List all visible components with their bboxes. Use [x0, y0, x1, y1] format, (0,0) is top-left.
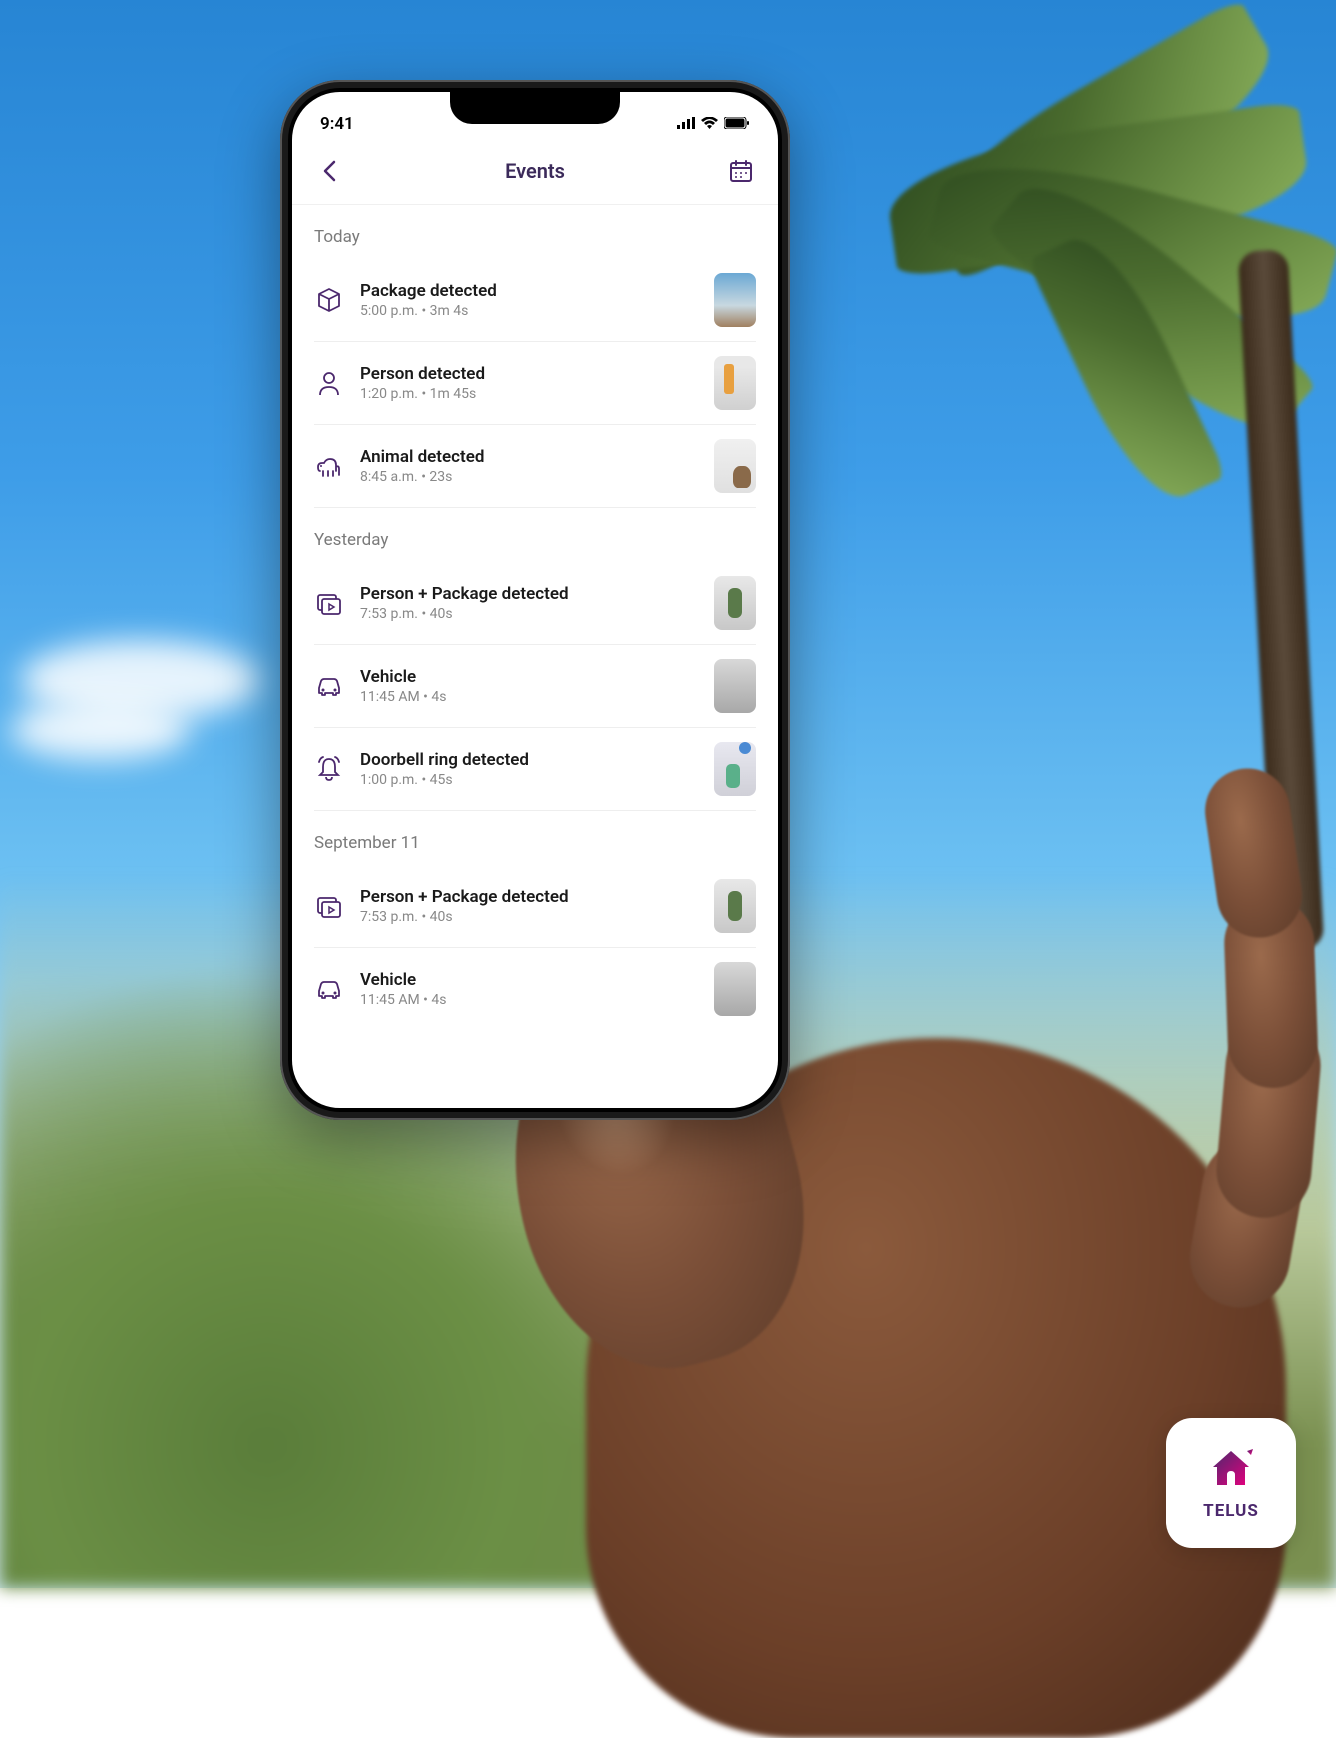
- event-sub: 11:45 AM • 4s: [360, 689, 698, 705]
- animal-icon: [314, 451, 344, 481]
- event-title: Person detected: [360, 364, 698, 384]
- event-row[interactable]: Person + Package detected 7:53 p.m. • 40…: [314, 865, 756, 948]
- event-title: Doorbell ring detected: [360, 750, 698, 770]
- event-sub: 7:53 p.m. • 40s: [360, 909, 698, 925]
- event-thumbnail: [714, 576, 756, 630]
- section-label-yesterday: Yesterday: [314, 508, 756, 562]
- event-row[interactable]: Animal detected 8:45 a.m. • 23s: [314, 425, 756, 508]
- event-row[interactable]: Doorbell ring detected 1:00 p.m. • 45s: [314, 728, 756, 811]
- package-icon: [314, 285, 344, 315]
- telus-home-icon: [1203, 1445, 1259, 1495]
- video-icon: [314, 588, 344, 618]
- event-title: Person + Package detected: [360, 887, 698, 907]
- event-row[interactable]: Person + Package detected 7:53 p.m. • 40…: [314, 562, 756, 645]
- section-label-sept11: September 11: [314, 811, 756, 865]
- battery-icon: [724, 114, 750, 134]
- event-sub: 7:53 p.m. • 40s: [360, 606, 698, 622]
- event-title: Animal detected: [360, 447, 698, 467]
- video-icon: [314, 891, 344, 921]
- event-thumbnail: [714, 439, 756, 493]
- signal-icon: [677, 114, 695, 134]
- person-icon: [314, 368, 344, 398]
- back-button[interactable]: [314, 156, 344, 186]
- event-title: Vehicle: [360, 667, 698, 687]
- event-thumbnail: [714, 659, 756, 713]
- event-sub: 1:20 p.m. • 1m 45s: [360, 386, 698, 402]
- event-thumbnail: [714, 742, 756, 796]
- event-sub: 11:45 AM • 4s: [360, 992, 698, 1008]
- event-title: Vehicle: [360, 970, 698, 990]
- event-sub: 1:00 p.m. • 45s: [360, 772, 698, 788]
- event-thumbnail: [714, 962, 756, 1016]
- events-list[interactable]: Today Package detected 5:00 p.m. • 3m 4s: [292, 205, 778, 1091]
- event-title: Person + Package detected: [360, 584, 698, 604]
- section-label-today: Today: [314, 205, 756, 259]
- event-title: Package detected: [360, 281, 698, 301]
- event-row[interactable]: Vehicle 11:45 AM • 4s: [314, 948, 756, 1030]
- wifi-icon: [701, 114, 718, 134]
- vehicle-icon: [314, 671, 344, 701]
- vehicle-icon: [314, 974, 344, 1004]
- bell-icon: [314, 754, 344, 784]
- phone-notch: [450, 92, 620, 124]
- calendar-button[interactable]: [726, 156, 756, 186]
- event-thumbnail: [714, 879, 756, 933]
- event-row[interactable]: Vehicle 11:45 AM • 4s: [314, 645, 756, 728]
- phone-frame: 9:41 Events: [280, 80, 790, 1120]
- telus-badge: TELUS: [1166, 1418, 1296, 1548]
- telus-label: TELUS: [1203, 1501, 1259, 1521]
- event-sub: 5:00 p.m. • 3m 4s: [360, 303, 698, 319]
- event-thumbnail: [714, 273, 756, 327]
- event-thumbnail: [714, 356, 756, 410]
- app-header: Events: [292, 142, 778, 205]
- page-title: Events: [505, 159, 565, 183]
- event-sub: 8:45 a.m. • 23s: [360, 469, 698, 485]
- event-row[interactable]: Person detected 1:20 p.m. • 1m 45s: [314, 342, 756, 425]
- phone-screen: 9:41 Events: [292, 92, 778, 1108]
- event-row[interactable]: Package detected 5:00 p.m. • 3m 4s: [314, 259, 756, 342]
- status-time: 9:41: [320, 114, 354, 134]
